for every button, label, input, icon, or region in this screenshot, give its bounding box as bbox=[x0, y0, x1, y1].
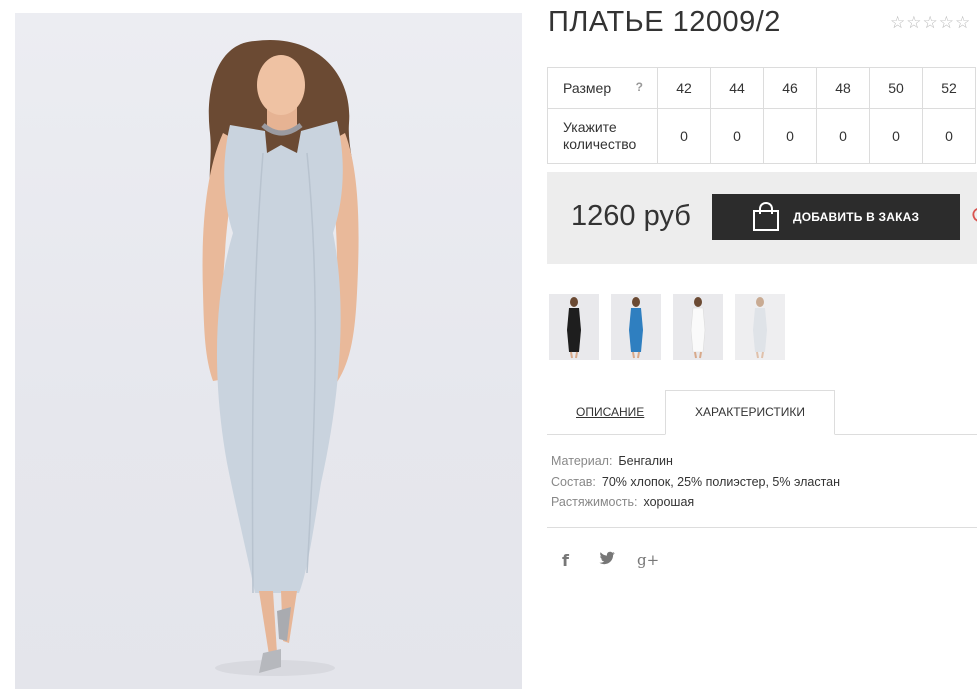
dress-model-illustration bbox=[202, 39, 359, 676]
add-to-order-label: ДОБАВИТЬ В ЗАКАЗ bbox=[793, 210, 920, 224]
quantity-field-52[interactable]: 0 bbox=[922, 108, 976, 164]
spec-value: хорошая bbox=[643, 495, 695, 509]
quantity-field-48[interactable]: 0 bbox=[816, 108, 870, 164]
size-44: 44 bbox=[710, 67, 764, 109]
tab-characteristics[interactable]: ХАРАКТЕРИСТИКИ bbox=[665, 390, 835, 435]
spec-key: Материал: bbox=[551, 454, 613, 468]
product-title: ПЛАТЬЕ 12009/2 bbox=[548, 6, 781, 38]
spec-divider bbox=[547, 527, 977, 528]
tab-description[interactable]: ОПИСАНИЕ bbox=[576, 405, 644, 419]
spec-key: Растяжимость: bbox=[551, 495, 638, 509]
spec-row-stretch: Растяжимость: хорошая bbox=[551, 495, 694, 509]
spec-value: 70% хлопок, 25% полиэстер, 5% эластан bbox=[601, 475, 841, 489]
thumbnail-image bbox=[611, 294, 661, 360]
size-label-cell: Размер ? bbox=[547, 67, 658, 109]
size-42: 42 bbox=[657, 67, 711, 109]
rating-stars[interactable]: ☆☆☆☆☆ bbox=[890, 13, 971, 33]
quantity-field-42[interactable]: 0 bbox=[657, 108, 711, 164]
size-48: 48 bbox=[816, 67, 870, 109]
quantity-label-line2: количество bbox=[563, 136, 637, 152]
size-50: 50 bbox=[869, 67, 923, 109]
size-46: 46 bbox=[763, 67, 817, 109]
size-table: Размер ? 42 44 46 48 50 52 Укажите колич… bbox=[547, 67, 976, 164]
price-box: 1260 руб ДОБАВИТЬ В ЗАКАЗ bbox=[547, 172, 977, 264]
thumbnail-image bbox=[735, 294, 785, 360]
price: 1260 руб bbox=[571, 200, 691, 232]
twitter-icon[interactable] bbox=[599, 551, 619, 571]
spec-key: Состав: bbox=[551, 475, 596, 489]
thumbnail-white-dress[interactable] bbox=[673, 294, 723, 360]
spec-value: Бенгалин bbox=[618, 454, 673, 468]
quantity-field-50[interactable]: 0 bbox=[869, 108, 923, 164]
thumbnail-black-dress[interactable] bbox=[549, 294, 599, 360]
product-main-image[interactable] bbox=[15, 13, 522, 689]
facebook-glyph: f bbox=[562, 551, 569, 570]
spec-row-material: Материал: Бенгалин bbox=[551, 454, 673, 468]
size-help-icon[interactable]: ? bbox=[636, 80, 643, 94]
thumbnail-image bbox=[673, 294, 723, 360]
quantity-field-46[interactable]: 0 bbox=[763, 108, 817, 164]
heart-icon[interactable] bbox=[969, 205, 977, 227]
spec-row-composition: Состав: 70% хлопок, 25% полиэстер, 5% эла… bbox=[551, 475, 840, 489]
quantity-label: Укажите количество bbox=[547, 108, 658, 164]
size-52: 52 bbox=[922, 67, 976, 109]
twitter-bird-icon bbox=[599, 551, 615, 565]
quantity-label-line1: Укажите bbox=[563, 119, 617, 135]
thumbnail-blue-dress[interactable] bbox=[611, 294, 661, 360]
quantity-field-44[interactable]: 0 bbox=[710, 108, 764, 164]
googleplus-glyph: g+ bbox=[637, 551, 660, 569]
add-to-order-button[interactable]: ДОБАВИТЬ В ЗАКАЗ bbox=[712, 194, 960, 240]
googleplus-icon[interactable]: g+ bbox=[637, 551, 660, 571]
thumbnail-grey-dress[interactable] bbox=[735, 294, 785, 360]
shopping-bag-icon bbox=[753, 202, 779, 231]
size-label: Размер bbox=[563, 80, 612, 96]
thumbnail-image bbox=[549, 294, 599, 360]
facebook-icon[interactable]: f bbox=[562, 551, 582, 571]
